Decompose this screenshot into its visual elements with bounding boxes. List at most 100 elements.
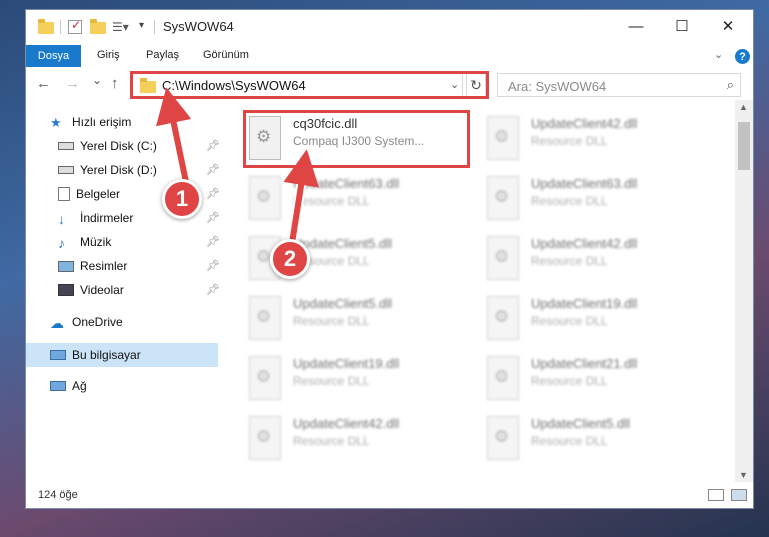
dll-file-icon [249, 356, 281, 400]
file-description: Resource DLL [293, 374, 370, 388]
dll-file-icon [487, 296, 519, 340]
computer-icon [50, 350, 66, 360]
sidebar-item-music[interactable]: ♪ Müzik [58, 231, 111, 253]
minimize-button[interactable]: — [613, 10, 659, 42]
file-description: Resource DLL [293, 434, 370, 448]
sidebar-item-downloads[interactable]: ↓ İndirmeler [58, 207, 133, 229]
picture-icon [58, 260, 74, 272]
file-item[interactable]: UpdateClient42.dll Resource DLL [479, 111, 709, 167]
scroll-down-icon[interactable]: ▼ [739, 470, 748, 480]
sidebar-item-documents[interactable]: Belgeler [58, 183, 120, 205]
video-icon [58, 284, 74, 296]
file-description: Resource DLL [531, 314, 608, 328]
file-description: Resource DLL [531, 434, 608, 448]
dll-file-icon [487, 236, 519, 280]
ribbon-expand-icon[interactable]: ⌄ [714, 48, 723, 61]
recent-locations-button[interactable]: ⌄ [92, 73, 102, 87]
properties-icon[interactable]: ✓ [68, 18, 82, 34]
file-name: UpdateClient5.dll [293, 296, 393, 311]
sidebar-item-label: Bu bilgisayar [72, 348, 141, 362]
file-name: UpdateClient19.dll [531, 296, 638, 311]
file-name: UpdateClient42.dll [531, 236, 638, 251]
file-item[interactable]: UpdateClient19.dll Resource DLL [241, 351, 471, 407]
file-description: Resource DLL [293, 194, 370, 208]
file-item[interactable]: UpdateClient42.dll Resource DLL [479, 231, 709, 287]
quick-access-dropdown-icon[interactable]: ▾ [139, 20, 144, 38]
details-view-icon[interactable] [708, 489, 724, 501]
sidebar-item-label: OneDrive [72, 315, 123, 329]
tab-view[interactable]: Görünüm [203, 49, 249, 61]
tab-home[interactable]: Giriş [97, 49, 120, 61]
file-item[interactable]: UpdateClient42.dll Resource DLL [241, 411, 471, 467]
scroll-up-icon[interactable]: ▲ [739, 102, 748, 112]
pin-icon[interactable]: 📌︎ [206, 211, 220, 224]
file-explorer-window: ✓ ☰▾ ▾ SysWOW64 — ☐ ✕ Dosya Giriş Paylaş… [25, 9, 754, 509]
sidebar-item-label: Hızlı erişim [72, 115, 132, 129]
file-item[interactable]: UpdateClient5.dll Resource DLL [241, 291, 471, 347]
sidebar-item-onedrive[interactable]: ☁ OneDrive [50, 311, 123, 333]
dll-file-icon [487, 176, 519, 220]
sidebar-item-disk-d[interactable]: Yerel Disk (D:) [58, 159, 157, 181]
file-highlight [243, 110, 470, 168]
title-bar: ✓ ☰▾ ▾ SysWOW64 — ☐ ✕ [26, 10, 753, 45]
sidebar-item-this-pc[interactable]: Bu bilgisayar [50, 344, 141, 366]
back-button[interactable]: ← [36, 75, 51, 92]
file-name: UpdateClient42.dll [531, 116, 638, 131]
divider [60, 20, 61, 34]
file-name: UpdateClient42.dll [293, 416, 400, 431]
pin-icon[interactable]: 📌︎ [206, 235, 220, 248]
forward-button[interactable]: → [65, 75, 80, 92]
file-description: Resource DLL [531, 134, 608, 148]
pin-icon[interactable]: 📌︎ [206, 187, 220, 200]
file-description: Resource DLL [531, 194, 608, 208]
dll-file-icon [249, 176, 281, 220]
drive-icon [58, 166, 74, 174]
folder-icon [38, 19, 54, 34]
file-item[interactable]: UpdateClient63.dll Resource DLL [479, 171, 709, 227]
sidebar-item-disk-c[interactable]: Yerel Disk (C:) [58, 135, 157, 157]
divider [154, 20, 155, 34]
dll-file-icon [487, 416, 519, 460]
file-item[interactable]: UpdateClient63.dll Resource DLL [241, 171, 471, 227]
file-description: Resource DLL [531, 254, 608, 268]
sidebar-item-label: İndirmeler [80, 211, 134, 225]
sidebar-item-pictures[interactable]: Resimler [58, 255, 127, 277]
pin-icon[interactable]: 📌︎ [206, 259, 220, 272]
sidebar-item-label: Resimler [80, 259, 128, 273]
ribbon-tabs: Dosya Giriş Paylaş Görünüm ⌄ ? [26, 45, 753, 67]
sidebar-item-videos[interactable]: Videolar [58, 279, 124, 301]
star-icon: ★ [50, 115, 62, 130]
annotation-badge-1: 1 [162, 179, 202, 219]
vertical-scrollbar[interactable]: ▲ ▼ [735, 100, 753, 482]
drive-icon [58, 142, 74, 150]
close-button[interactable]: ✕ [705, 10, 751, 42]
file-name: UpdateClient63.dll [293, 176, 400, 191]
help-icon[interactable]: ? [735, 49, 750, 64]
sidebar-item-label: Müzik [80, 235, 112, 249]
network-icon [50, 381, 66, 391]
pin-icon[interactable]: 📌︎ [206, 283, 220, 296]
pin-icon[interactable]: 📌︎ [206, 163, 220, 176]
file-item[interactable]: UpdateClient19.dll Resource DLL [479, 291, 709, 347]
pin-icon[interactable]: 📌︎ [206, 139, 220, 152]
dll-file-icon [487, 116, 519, 160]
item-count: 124 öğe [38, 489, 78, 501]
sidebar-item-label: Yerel Disk (C:) [80, 139, 157, 153]
scrollbar-thumb[interactable] [738, 122, 750, 170]
tab-file[interactable]: Dosya [26, 45, 81, 67]
sidebar-item-label: Belgeler [76, 187, 121, 201]
sidebar-item-quick-access[interactable]: ★ Hızlı erişim [50, 111, 131, 133]
maximize-button[interactable]: ☐ [659, 10, 705, 42]
search-placeholder: Ara: SysWOW64 [508, 79, 607, 94]
tab-share[interactable]: Paylaş [146, 49, 179, 61]
tiles-view-icon[interactable] [731, 489, 747, 501]
new-folder-icon[interactable] [90, 19, 106, 34]
sidebar-item-network[interactable]: Ağ [50, 375, 87, 397]
customize-toolbar-icon[interactable]: ☰▾ [112, 20, 129, 38]
sidebar-item-label: Videolar [80, 283, 124, 297]
file-item[interactable]: UpdateClient5.dll Resource DLL [479, 411, 709, 467]
up-button[interactable]: ↑ [111, 75, 119, 92]
search-input[interactable]: Ara: SysWOW64 ⌕ [497, 73, 741, 97]
file-description: Resource DLL [531, 374, 608, 388]
file-item[interactable]: UpdateClient21.dll Resource DLL [479, 351, 709, 407]
